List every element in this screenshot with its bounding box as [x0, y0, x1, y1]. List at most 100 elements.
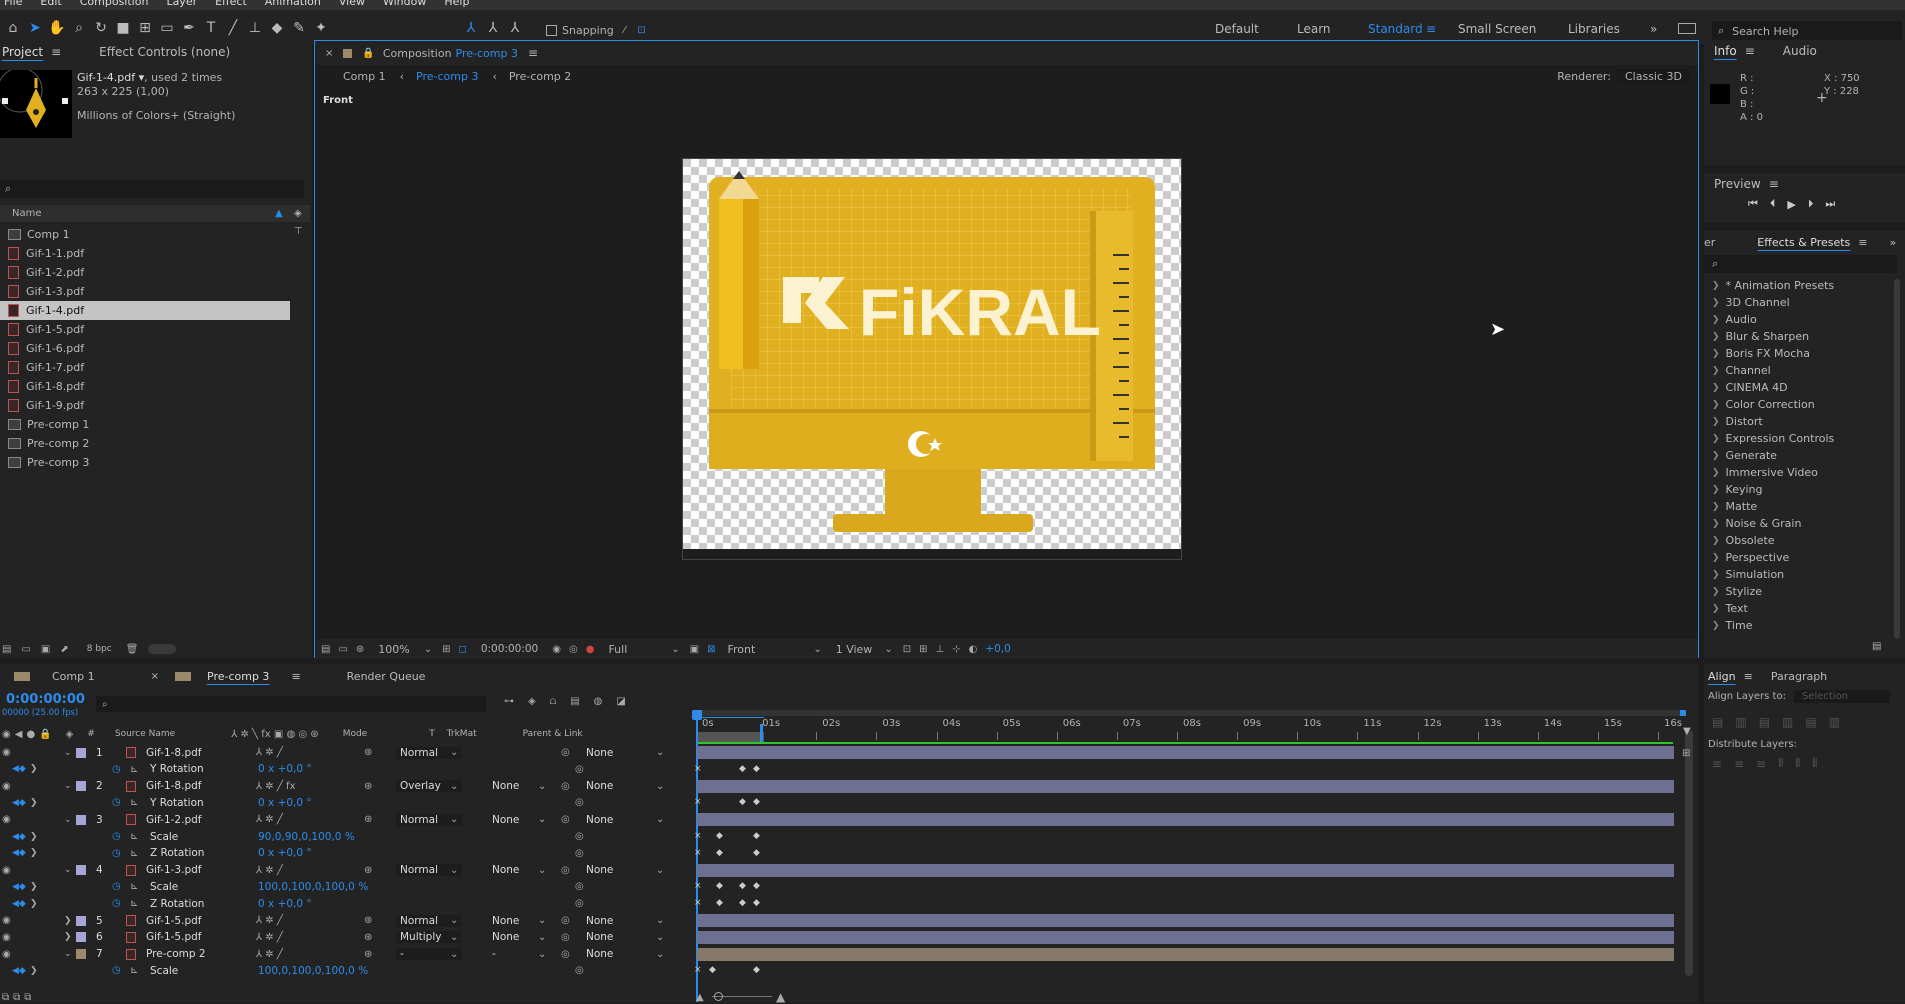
expand-time-icon[interactable]: ⧉: [24, 992, 31, 1003]
menu-effect[interactable]: Effect: [215, 0, 247, 8]
collapse-chevron-icon[interactable]: ❯: [64, 916, 72, 926]
layer-switches-icon[interactable]: ⅄ ✲ ╱: [256, 949, 283, 960]
expression-pickwhip-icon[interactable]: ◎: [575, 965, 584, 976]
3d-layer-icon[interactable]: ⊛: [364, 949, 372, 960]
effects-category[interactable]: ❯ Generate: [1704, 447, 1905, 464]
keyframe-icon[interactable]: ◆: [716, 848, 723, 858]
project-item[interactable]: Pre-comp 1: [0, 415, 290, 434]
pickwhip-icon[interactable]: ◎: [561, 747, 570, 758]
3d-layer-icon[interactable]: ⊛: [364, 781, 372, 792]
keyframe-icon[interactable]: ◆: [753, 797, 760, 807]
layer-row[interactable]: ◉ ⌄ 2 Gif-1-8.pdf ⅄ ✲ ╱ fx ⊛ Overlay ⌄ N…: [0, 778, 690, 795]
layer-label-color[interactable]: [76, 865, 86, 876]
effects-category[interactable]: ❯ Immersive Video: [1704, 464, 1905, 481]
close-tab-icon[interactable]: ×: [143, 671, 167, 682]
effects-category[interactable]: ❯ Obsolete: [1704, 532, 1905, 549]
flowchart-icon[interactable]: ⊤: [294, 226, 303, 237]
zoom-dropdown[interactable]: 100%: [378, 643, 409, 656]
effects-category[interactable]: ❯ Audio: [1704, 311, 1905, 328]
type-tool-icon[interactable]: T: [200, 17, 222, 39]
stopwatch-icon[interactable]: ◷: [112, 881, 121, 892]
pickwhip-icon[interactable]: ◎: [561, 814, 570, 825]
project-item[interactable]: Pre-comp 3: [0, 453, 290, 472]
expression-pickwhip-icon[interactable]: ◎: [575, 831, 584, 842]
expand-icon[interactable]: »: [1882, 236, 1905, 249]
pickwhip-icon[interactable]: ◎: [561, 932, 570, 943]
snapshot-icon[interactable]: ▤: [321, 644, 330, 655]
keyframe-icon[interactable]: ◆: [716, 881, 723, 891]
align-right-icon[interactable]: ▤: [1759, 715, 1782, 729]
project-item[interactable]: Pre-comp 2: [0, 434, 290, 453]
effects-scrollbar[interactable]: [1894, 279, 1900, 639]
lock-icon[interactable]: 🔒: [39, 729, 51, 740]
keyframe-icon[interactable]: ◆: [709, 965, 716, 975]
column-t[interactable]: T: [429, 729, 435, 739]
eye-icon[interactable]: ◉: [2, 781, 11, 792]
keyframe-icon[interactable]: ◆: [753, 831, 760, 841]
pickwhip-icon[interactable]: ◎: [561, 915, 570, 926]
property-value[interactable]: 0 x +0,0 °: [258, 797, 312, 809]
pickwhip-icon[interactable]: ◎: [561, 865, 570, 876]
menu-composition[interactable]: Composition: [80, 0, 149, 8]
roi-icon[interactable]: ▣: [690, 644, 699, 655]
rectangle-tool-icon[interactable]: ▭: [156, 17, 178, 39]
layer-label-color[interactable]: [76, 814, 86, 825]
effects-search-input[interactable]: ⌕: [1704, 255, 1897, 273]
expression-pickwhip-icon[interactable]: ◎: [575, 881, 584, 892]
keyframe-icon[interactable]: ⨯: [694, 764, 702, 774]
effects-category[interactable]: ❯ Blur & Sharpen: [1704, 328, 1905, 345]
layer-name[interactable]: Gif-1-5.pdf: [146, 915, 201, 927]
keyframe-icon[interactable]: ◆: [739, 881, 746, 891]
effects-category[interactable]: ❯ 3D Channel: [1704, 294, 1905, 311]
frame-blend-icon[interactable]: ▤: [570, 696, 579, 707]
expression-pickwhip-icon[interactable]: ◎: [575, 764, 584, 775]
comp-tab-pre-comp-3[interactable]: Pre-comp 3: [416, 70, 478, 83]
tab-effects-presets[interactable]: Effects & Presets: [1749, 236, 1858, 249]
graph-icon[interactable]: ⊾: [130, 848, 138, 859]
effects-category[interactable]: ❯ Color Correction: [1704, 396, 1905, 413]
timeline-search-input[interactable]: ⌕: [96, 696, 486, 712]
timeline-tab-comp-1[interactable]: Comp 1: [44, 670, 103, 683]
roto-brush-icon[interactable]: ✎: [288, 17, 310, 39]
layer-name[interactable]: Gif-1-8.pdf: [146, 747, 201, 759]
eye-icon[interactable]: ◉: [2, 949, 11, 960]
stopwatch-icon[interactable]: ◷: [112, 797, 121, 808]
tab-align[interactable]: Align: [1704, 670, 1744, 683]
column-name[interactable]: Name: [12, 208, 42, 219]
color-channel-icon[interactable]: ●: [586, 644, 595, 655]
menu-layer[interactable]: Layer: [166, 0, 197, 8]
workspace-small-screen[interactable]: Small Screen: [1458, 22, 1536, 36]
interpret-footage-icon[interactable]: ▤: [2, 644, 11, 655]
zoom-tool-icon[interactable]: ⌕: [68, 17, 90, 39]
layer-duration-bar[interactable]: [697, 863, 1674, 877]
effects-category[interactable]: ❯ Distort: [1704, 413, 1905, 430]
fit-icon[interactable]: ⊞: [442, 644, 450, 655]
new-preset-icon[interactable]: ▤: [1872, 641, 1881, 652]
effects-category[interactable]: ❯ Matte: [1704, 498, 1905, 515]
workspace-default[interactable]: Default: [1215, 22, 1259, 36]
layer-duration-bar[interactable]: [697, 914, 1674, 927]
menu-window[interactable]: Window: [383, 0, 426, 8]
snapping-checkbox[interactable]: [546, 25, 557, 36]
toggle-pixel-icon[interactable]: ⊡: [903, 644, 911, 655]
chevron-right-icon[interactable]: ❯: [30, 966, 38, 976]
align-top-icon[interactable]: ▥: [1782, 715, 1805, 729]
solo-icon[interactable]: ●: [26, 729, 35, 740]
layer-duration-bar[interactable]: [697, 947, 1674, 961]
menu-view[interactable]: View: [339, 0, 365, 8]
work-area-handles[interactable]: [696, 710, 1686, 716]
effects-category[interactable]: ❯ Noise & Grain: [1704, 515, 1905, 532]
comp-timecode[interactable]: 0:00:00:00: [481, 643, 538, 655]
label-tag-icon[interactable]: ◈: [66, 729, 74, 740]
layer-label-color[interactable]: [76, 781, 86, 792]
tab-prev-panel[interactable]: er: [1704, 236, 1723, 249]
stopwatch-icon[interactable]: ◷: [112, 898, 121, 909]
project-item[interactable]: Gif-1-4.pdf: [0, 301, 290, 320]
graph-icon[interactable]: ⊾: [130, 898, 138, 909]
layer-duration-bar[interactable]: [697, 746, 1674, 759]
next-frame-icon[interactable]: ⏵: [1808, 197, 1814, 211]
thumbnail-slider[interactable]: [148, 644, 177, 654]
project-item[interactable]: Gif-1-7.pdf: [0, 358, 290, 377]
snap-grid-icon[interactable]: ⊡: [637, 25, 645, 36]
bit-depth[interactable]: 8 bpc: [87, 644, 112, 654]
